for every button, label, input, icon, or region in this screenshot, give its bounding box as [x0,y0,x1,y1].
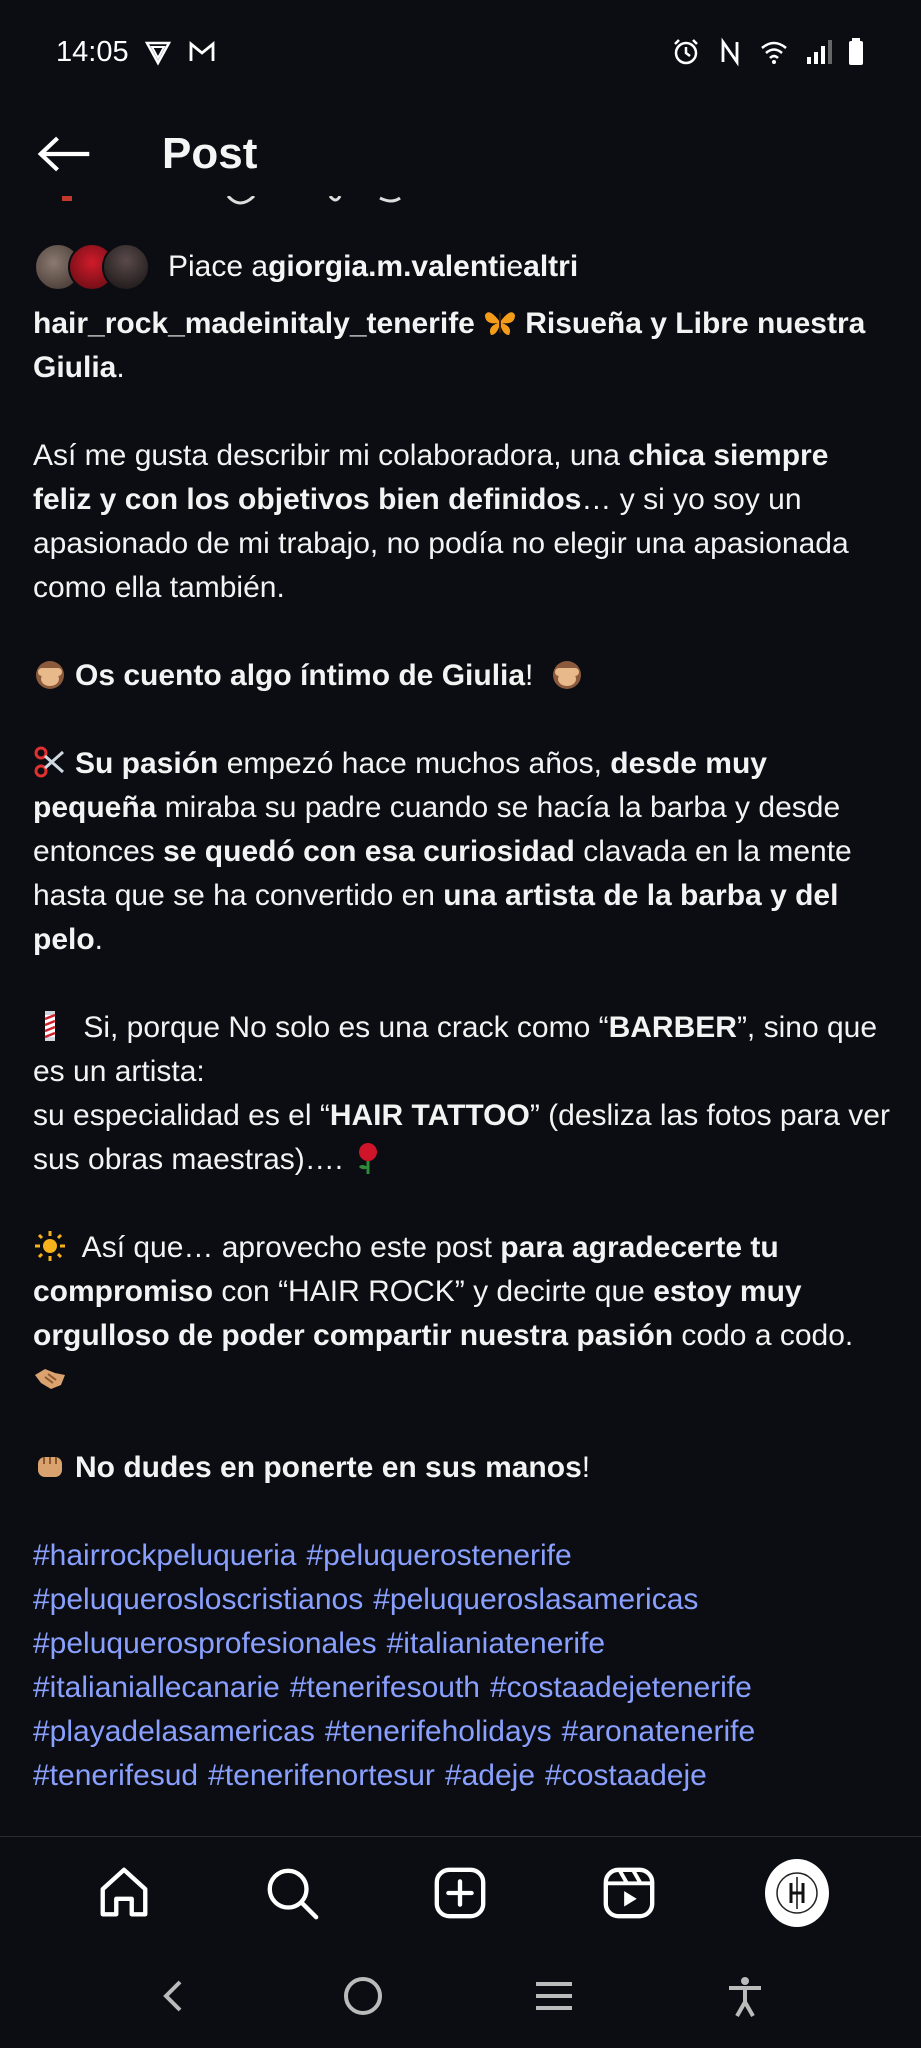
status-right [671,37,865,67]
hashtag-link[interactable]: #hairrockpeluqueria [33,1539,297,1572]
hashtag-link[interactable]: #aronatenerife [562,1715,755,1748]
caption-author[interactable]: hair_rock_madeinitaly_tenerife [33,307,475,340]
system-home-button[interactable] [341,1974,385,2023]
chevron-left-icon [162,1980,182,2011]
hashtag-link[interactable]: #peluquerosprofesionales [33,1627,377,1660]
handshake-icon [33,1361,67,1395]
home-icon [100,1867,148,1916]
nfc-icon [715,37,745,67]
caption-bold: HAIR TATTOO [329,1099,530,1132]
hashtag-link[interactable]: #peluquerostenerife [307,1539,572,1572]
system-recents-button[interactable] [532,1974,576,2023]
caption-text: su especialidad es el “ [33,1099,330,1132]
fist-icon [33,1449,67,1483]
system-nav-bar [0,1948,921,2048]
gmail-icon [187,37,217,67]
hashtag-link[interactable]: #italianiatenerife [387,1627,605,1660]
caption-bold: No dudes en ponerte en sus manos [75,1451,582,1484]
hashtag-link[interactable]: #costaadejetenerife [490,1671,752,1704]
butterfly-icon [483,305,517,339]
nav-reels-button[interactable] [597,1861,661,1925]
caption-text: Así que… aprovecho este post [75,1231,501,1264]
see-no-evil-monkey-icon [550,657,584,691]
likes-prefix: Piace a [168,250,269,283]
caption-bold: Os cuento algo íntimo de Giulia [75,659,526,692]
system-back-button[interactable] [154,1976,194,2021]
signal-icon [803,37,833,67]
hashtag-list: #hairrockpeluqueria #peluquerostenerife #… [33,1534,893,1798]
circle-home-icon [343,1976,382,2015]
hashtag-link[interactable]: #costaadeje [545,1759,707,1792]
hashtag-link[interactable]: #peluquerosloscristianos [33,1583,363,1616]
battery-icon [847,37,865,67]
top-app-bar: Post [0,104,921,204]
status-left: 14:05 [56,36,217,69]
caption-text: ! [581,1451,591,1484]
sun-icon [33,1229,67,1263]
hair-rock-logo-icon [776,1871,818,1914]
create-icon [435,1867,486,1918]
caption-text: ! [525,659,534,692]
likes-middle: e [506,250,524,283]
nav-home-button[interactable] [92,1861,156,1925]
likes-row[interactable]: Piace a giorgia.m.valenti e altri [34,243,578,291]
hashtag-link[interactable]: #tenerifenortesur [208,1759,435,1792]
caption-bold: se quedó con esa curiosidad [163,835,575,868]
nav-search-button[interactable] [260,1861,324,1925]
hashtag-link[interactable]: #adeje [445,1759,535,1792]
status-time: 14:05 [56,35,129,68]
hashtag-link[interactable]: #italianiallecanarie [33,1671,280,1704]
caption-text: con “HAIR ROCK” y decirte que [213,1275,654,1308]
nav-create-button[interactable] [428,1861,492,1925]
status-bar: 14:05 [0,0,921,104]
likes-others-link[interactable]: altri [523,250,578,284]
post-caption: hair_rock_madeinitaly_tenerife Risueña y… [33,302,893,1798]
wifi-icon [759,37,789,67]
caption-text: . [116,351,125,384]
barber-pole-icon [33,1009,67,1043]
recents-icon [536,1981,573,2010]
see-no-evil-monkey-icon [33,657,67,691]
caption-text: codo a codo. [673,1319,854,1352]
hashtag-link[interactable]: #tenerifesud [33,1759,198,1792]
caption-text: . [94,923,104,956]
back-button[interactable] [30,119,100,189]
scissors-icon [33,745,67,779]
caption-text: Si, porque No solo es una crack como “ [75,1011,609,1044]
hashtag-link[interactable]: #tenerifesouth [290,1671,480,1704]
avatar [102,243,150,291]
rose-icon [351,1141,385,1175]
hashtag-link[interactable]: #peluqueroslasamericas [373,1583,698,1616]
profile-avatar [764,1858,829,1927]
clipped-action-row [40,196,460,212]
caption-text: Así me gusta describir mi colaboradora, … [33,439,629,472]
page-title: Post [162,129,258,178]
accessibility-icon [729,1976,762,2017]
search-icon [267,1868,319,1919]
caption-text: empezó hace muchos años, [218,747,611,780]
accessibility-button[interactable] [723,1974,767,2023]
arrow-left-icon [37,136,90,172]
likes-user-link[interactable]: giorgia.m.valenti [268,250,506,284]
caption-bold: BARBER [608,1011,737,1044]
bottom-nav-bar [0,1836,921,1948]
alarm-icon [671,37,701,67]
hashtag-link[interactable]: #tenerifeholidays [325,1715,552,1748]
liker-avatars [34,243,150,291]
nav-profile-button[interactable] [764,1858,829,1927]
reels-icon [603,1867,655,1918]
vpn-shield-icon [143,37,173,67]
hashtag-link[interactable]: #playadelasamericas [33,1715,315,1748]
caption-bold: Su pasión [75,747,219,780]
